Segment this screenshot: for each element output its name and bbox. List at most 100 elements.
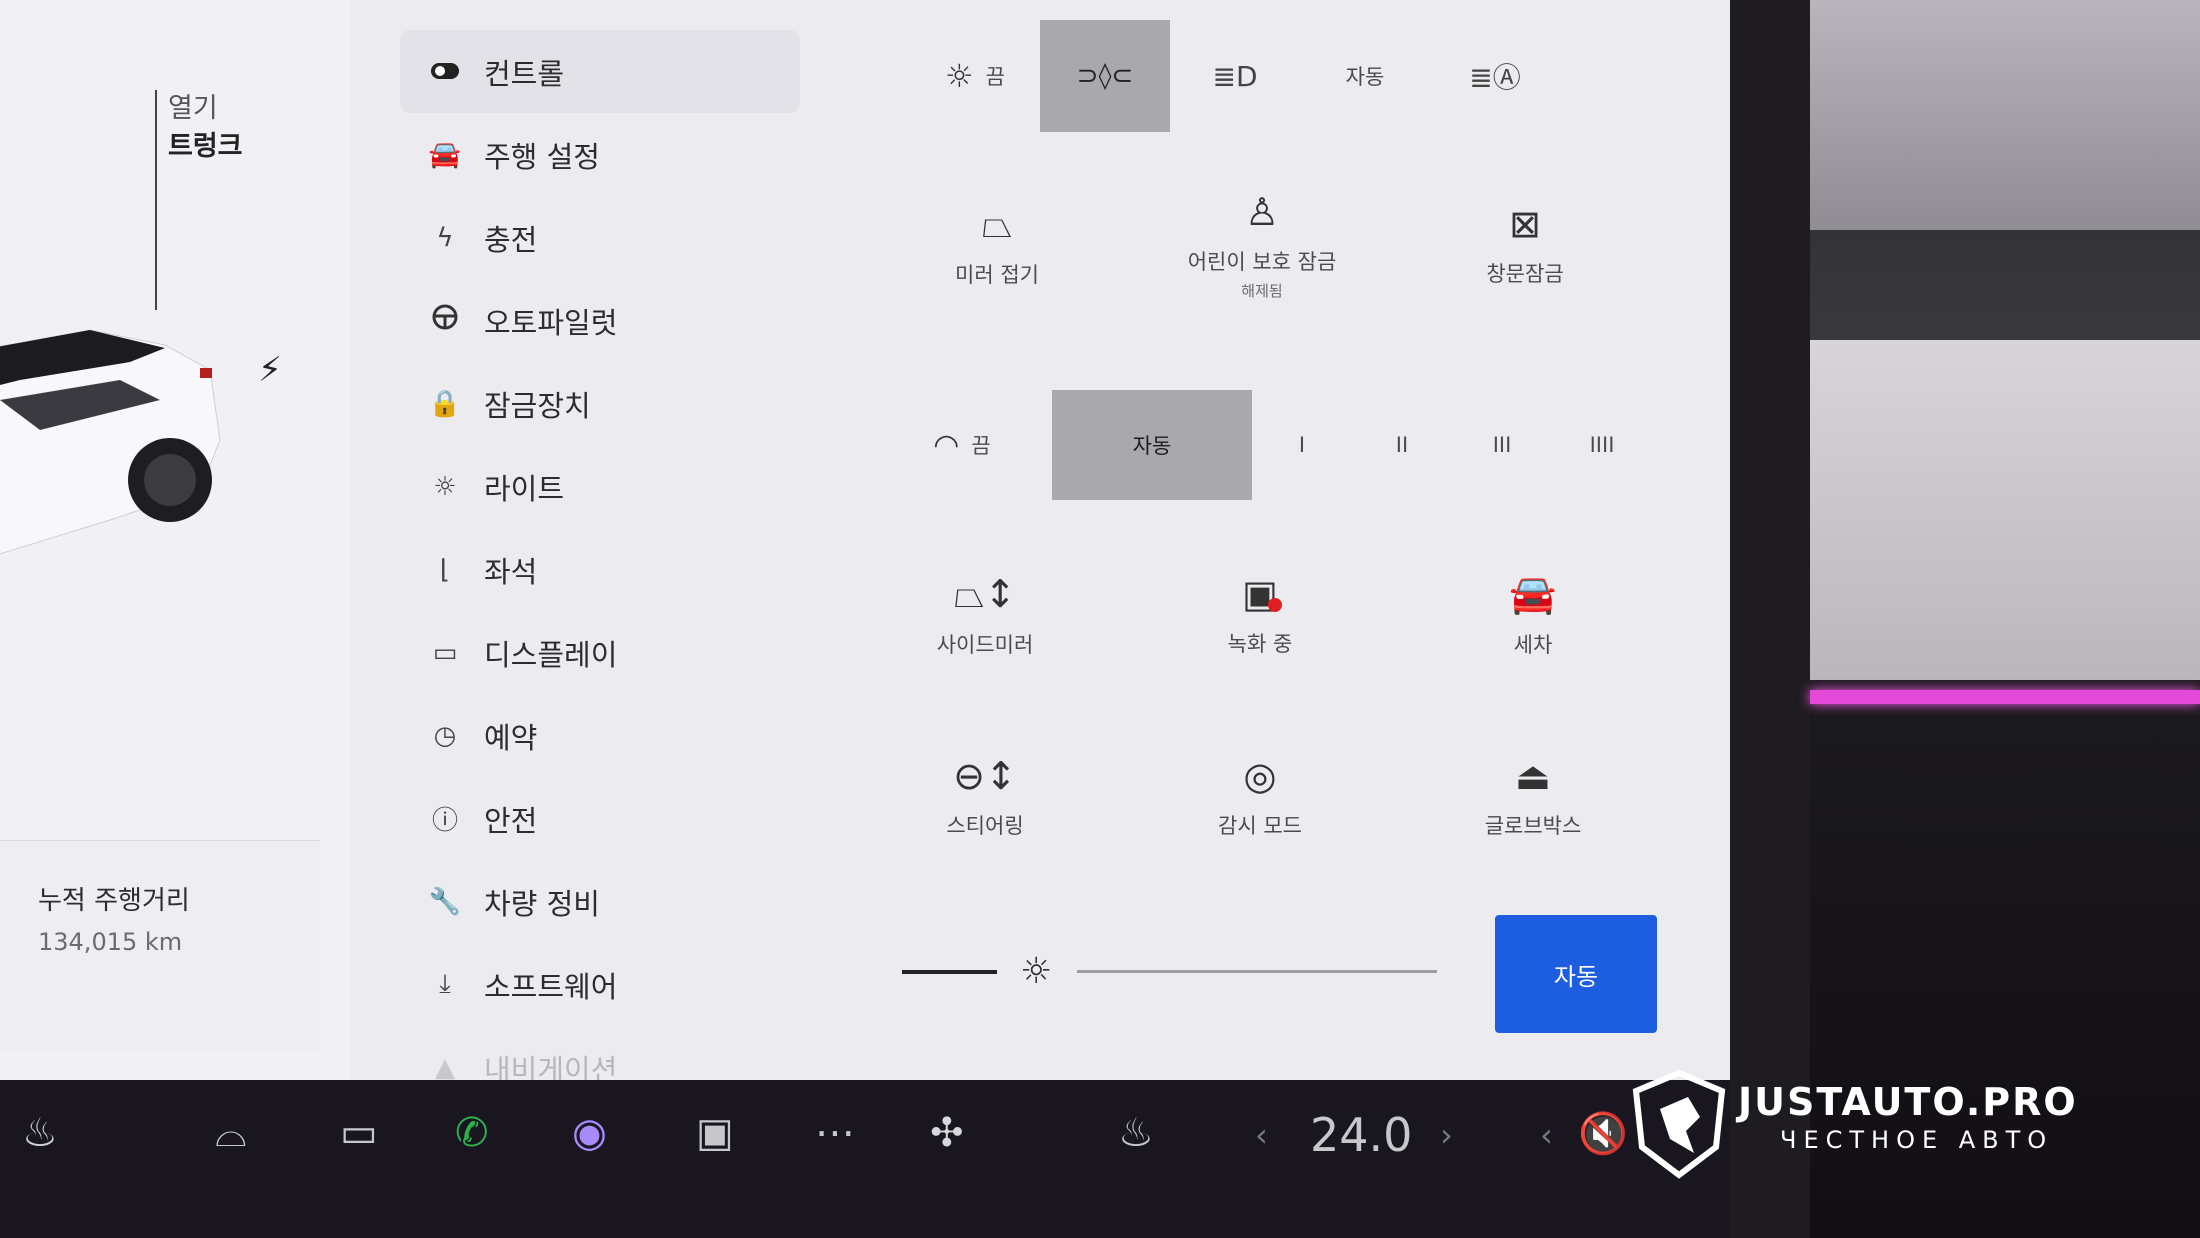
wipers-off-option[interactable]: ◠ 끔 — [872, 390, 1052, 500]
side-mirror-adjust-icon: ⏢↕ — [953, 571, 1017, 616]
settings-menu: 컨트롤 🚘 주행 설정 ϟ 충전 오토파일럿 🔒 잠금장치 ☼ 라이트 ⌊ 좌석 — [400, 30, 800, 1080]
lights-auto-label: 자동 — [1345, 65, 1385, 89]
sun-icon: ☼ — [433, 471, 457, 502]
lights-off-option[interactable]: ☼ 끔 — [910, 20, 1040, 132]
fan-icon[interactable]: ✣ — [930, 1110, 964, 1156]
navigation-icon: ▲ — [435, 1052, 455, 1081]
window-glass — [1810, 0, 2200, 230]
more-apps-icon[interactable]: ⋯ — [815, 1110, 855, 1156]
parking-lights-icon: ⊃◊⊂ — [1076, 61, 1134, 91]
menu-item-label: 안전 — [484, 803, 538, 838]
mirror-fold-label: 미러 접기 — [955, 262, 1039, 287]
car-wash-tile[interactable]: 🚘 세차 — [1408, 530, 1658, 700]
sentry-mode-tile[interactable]: ◎ 감시 모드 — [1135, 712, 1385, 882]
brightness-track — [1077, 970, 1437, 973]
temp-decrease-icon[interactable]: ‹ — [1255, 1116, 1268, 1154]
dashcam-tile[interactable]: ▣ 녹화 중 — [1135, 530, 1385, 700]
glovebox-icon: ⏏ — [1515, 754, 1551, 798]
side-mirror-tile[interactable]: ⏢↕ 사이드미러 — [860, 530, 1110, 700]
menu-item-navigation[interactable]: ▲ 내비게이션 — [400, 1026, 800, 1081]
steering-label: 스티어링 — [946, 814, 1024, 838]
menu-item-service[interactable]: 🔧 차량 정비 — [400, 860, 800, 943]
menu-item-seats[interactable]: ⌊ 좌석 — [400, 528, 800, 611]
child-lock-status: 해제됨 — [1241, 281, 1283, 300]
glovebox-tile[interactable]: ⏏ 글로브박스 — [1408, 712, 1658, 882]
lights-auto-option[interactable]: 자동 — [1300, 20, 1430, 132]
menu-item-label: 충전 — [484, 222, 538, 257]
volume-decrease-icon[interactable]: ‹ — [1540, 1116, 1553, 1154]
camera-app-icon[interactable]: ◉ — [572, 1110, 607, 1156]
trunk-control[interactable]: 열기 트렁크 — [168, 90, 243, 166]
menu-item-label: 좌석 — [484, 554, 538, 589]
record-dot-icon — [1267, 598, 1282, 612]
steering-adjust-tile[interactable]: ⊖↕ 스티어링 — [860, 712, 1110, 882]
menu-item-schedule[interactable]: ◷ 예약 — [400, 694, 800, 777]
side-mirror-label: 사이드미러 — [936, 632, 1034, 657]
menu-item-controls[interactable]: 컨트롤 — [400, 30, 800, 113]
display-icon: ▭ — [432, 637, 458, 668]
menu-item-locks[interactable]: 🔒 잠금장치 — [400, 362, 800, 445]
volume-muted-icon[interactable]: 🔇 — [1578, 1110, 1628, 1157]
parking-lights-option[interactable]: ⊃◊⊂ — [1040, 20, 1170, 132]
window-lock-tile[interactable]: ⊠ 창문잠금 — [1400, 160, 1650, 330]
charge-port-bolt-icon[interactable]: ⚡ — [258, 350, 282, 390]
passenger-seat-heater-icon[interactable]: ♨ — [1118, 1110, 1154, 1156]
car-wash-icon: 🚘 — [1509, 571, 1557, 616]
wipers-auto-label: 자동 — [1132, 434, 1172, 458]
wipers-auto-option[interactable]: 자동 — [1052, 390, 1252, 500]
headlight-selector: ☼ 끔 ⊃◊⊂ ≣D 자동 ≣Ⓐ — [910, 20, 1670, 132]
child-lock-tile[interactable]: ♙ 어린이 보호 잠금 해제됨 — [1137, 160, 1387, 330]
menu-item-software[interactable]: ⤓ 소프트웨어 — [400, 943, 800, 1026]
wrench-icon: 🔧 — [428, 886, 462, 917]
wiper-speed-3[interactable]: III — [1452, 390, 1552, 500]
auto-high-beam-option[interactable]: ≣Ⓐ — [1430, 20, 1560, 132]
wiper-speed-4[interactable]: IIII — [1552, 390, 1652, 500]
cabin-temperature[interactable]: 24.0 — [1310, 1108, 1412, 1162]
wiper-selector: ◠ 끔 자동 I II III IIII — [872, 390, 1692, 500]
menu-item-label: 잠금장치 — [484, 388, 591, 423]
steering-wheel-icon — [428, 303, 462, 338]
auto-high-beam-icon: ≣Ⓐ — [1469, 61, 1521, 94]
trunk-pointer-line — [155, 90, 157, 310]
car-image — [0, 329, 221, 555]
phone-icon[interactable]: ✆ — [455, 1110, 489, 1156]
wiper-speed-1[interactable]: I — [1252, 390, 1352, 500]
dashcam-recording-icon: ▣ — [1242, 572, 1282, 616]
controls-content: ☼ 끔 ⊃◊⊂ ≣D 자동 ≣Ⓐ ⏢ 미러 접기 ♙ 어린이 보호 잠금 해제됨 — [860, 0, 1730, 1080]
menu-item-display[interactable]: ▭ 디스플레이 — [400, 611, 800, 694]
front-defrost-icon[interactable]: ⌓ — [215, 1110, 247, 1156]
wiper-speed-3-label: III — [1492, 433, 1512, 457]
trunk-open-label: 열기 — [168, 93, 218, 124]
brightness-sun-icon[interactable]: ☼ — [1020, 951, 1052, 992]
brightness-track-filled — [902, 970, 997, 974]
brightness-slider[interactable]: ☼ — [872, 915, 1437, 1025]
low-beam-option[interactable]: ≣D — [1170, 20, 1300, 132]
menu-item-safety[interactable]: ⓘ 안전 — [400, 777, 800, 860]
child-lock-label: 어린이 보호 잠금 — [1187, 249, 1337, 274]
menu-item-label: 오토파일럿 — [484, 305, 618, 340]
cabin-background — [1730, 0, 2200, 1238]
wiper-speed-1-label: I — [1298, 433, 1306, 457]
rear-defrost-icon[interactable]: ▭ — [340, 1110, 378, 1156]
menu-item-driving[interactable]: 🚘 주행 설정 — [400, 113, 800, 196]
driver-seat-heater-icon[interactable]: ♨ — [22, 1110, 58, 1156]
wiper-speed-2[interactable]: II — [1352, 390, 1452, 500]
lock-icon: 🔒 — [428, 388, 462, 419]
temp-increase-icon[interactable]: › — [1440, 1116, 1453, 1154]
wipers-off-label: 끔 — [971, 434, 991, 458]
wiper-speed-2-label: II — [1395, 433, 1409, 457]
dashcam-app-icon[interactable]: ▣ — [696, 1110, 734, 1156]
menu-item-lights[interactable]: ☼ 라이트 — [400, 445, 800, 528]
menu-item-charging[interactable]: ϟ 충전 — [400, 196, 800, 279]
menu-item-label: 예약 — [484, 720, 538, 755]
touchscreen: 열기 트렁크 ⚡ 누적 주행거리 134,015 km 컨트롤 🚘 주행 설정 — [0, 0, 1730, 1080]
odometer-label: 누적 주행거리 — [38, 886, 190, 916]
mirror-fold-tile[interactable]: ⏢ 미러 접기 — [872, 160, 1122, 330]
menu-item-label: 디스플레이 — [484, 637, 618, 672]
odometer-value: 134,015 km — [38, 928, 183, 956]
brightness-auto-button[interactable]: 자동 — [1495, 915, 1657, 1033]
menu-item-autopilot[interactable]: 오토파일럿 — [400, 279, 800, 362]
menu-item-label: 차량 정비 — [484, 886, 600, 921]
window-lock-icon: ⊠ — [1509, 202, 1541, 246]
low-beam-icon: ≣D — [1212, 59, 1258, 93]
